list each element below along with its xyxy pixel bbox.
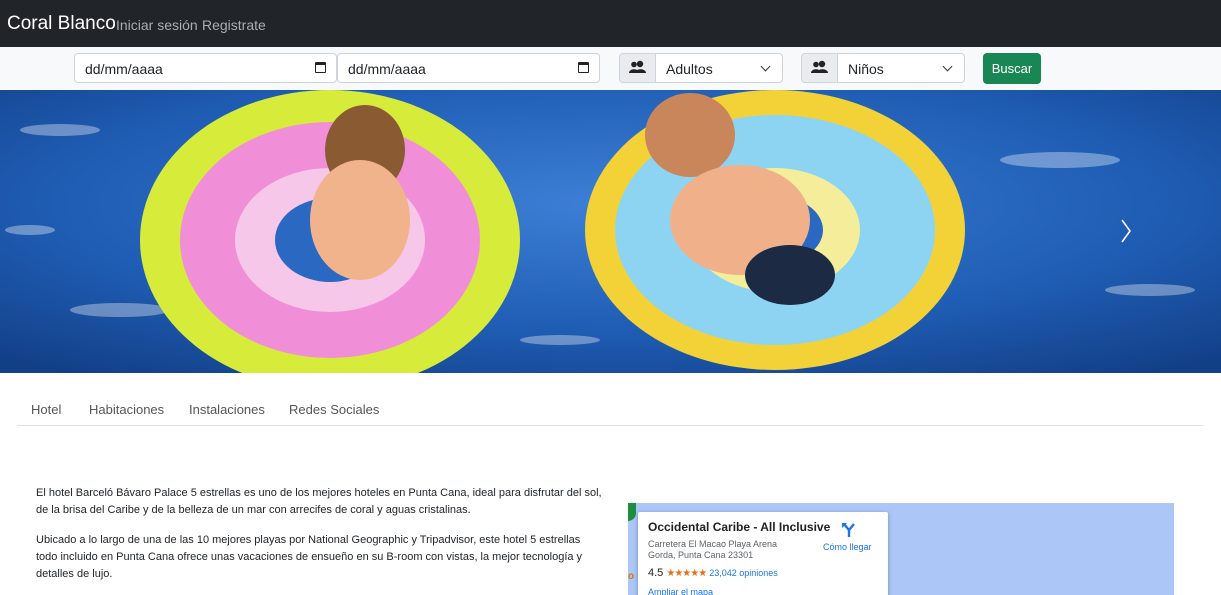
map-edge-letter: o bbox=[628, 571, 635, 582]
hero-carousel bbox=[0, 90, 1221, 373]
search-button[interactable]: Buscar bbox=[983, 53, 1041, 84]
calendar-icon[interactable] bbox=[315, 62, 326, 73]
brand-logo[interactable]: Coral Blanco bbox=[7, 13, 116, 35]
chevron-down-icon bbox=[760, 61, 771, 72]
hotel-description-paragraph: El hotel Barceló Bávaro Palace 5 estrell… bbox=[36, 487, 602, 516]
search-bar: dd/mm/aaaa dd/mm/aaaa Adultos Niños Busc… bbox=[0, 47, 1221, 90]
info-tabs: Hotel Habitaciones Instalaciones Redes S… bbox=[17, 390, 1203, 426]
chevron-down-icon bbox=[942, 61, 953, 72]
children-select-value: Niños bbox=[848, 61, 884, 77]
tab-redes-sociales[interactable]: Redes Sociales bbox=[289, 402, 379, 417]
top-navbar: Coral Blanco Iniciar sesión Registrate bbox=[0, 0, 1221, 47]
directions-link[interactable]: Cómo llegar bbox=[823, 542, 872, 552]
directions-icon[interactable] bbox=[841, 522, 857, 538]
rating-stars-icon: ★★★★★ bbox=[666, 568, 707, 579]
children-people-icon bbox=[801, 53, 838, 83]
register-link[interactable]: Registrate bbox=[202, 17, 266, 33]
map-place-card: Occidental Caribe - All Inclusive Carret… bbox=[638, 512, 888, 595]
rating-value: 4.5 bbox=[648, 567, 664, 579]
reviews-link[interactable]: 23,042 opiniones bbox=[709, 568, 778, 578]
adults-select-value: Adultos bbox=[666, 61, 713, 77]
tab-instalaciones[interactable]: Instalaciones bbox=[189, 402, 265, 417]
calendar-icon[interactable] bbox=[578, 62, 589, 73]
adults-select[interactable]: Adultos bbox=[656, 53, 783, 83]
adults-people-icon bbox=[619, 53, 656, 83]
tab-habitaciones[interactable]: Habitaciones bbox=[89, 402, 164, 417]
checkout-date-input[interactable]: dd/mm/aaaa bbox=[337, 53, 600, 83]
checkout-placeholder: dd/mm/aaaa bbox=[348, 61, 426, 77]
checkin-placeholder: dd/mm/aaaa bbox=[85, 61, 163, 77]
place-address: Carretera El Macao Playa Arena Gorda, Pu… bbox=[648, 539, 778, 560]
checkin-date-input[interactable]: dd/mm/aaaa bbox=[74, 53, 337, 83]
enlarge-map-link[interactable]: Ampliar el mapa bbox=[648, 587, 713, 595]
children-select[interactable]: Niños bbox=[838, 53, 965, 83]
place-rating: 4.5 ★★★★★ 23,042 opiniones bbox=[648, 567, 778, 579]
tab-hotel[interactable]: Hotel bbox=[31, 402, 61, 417]
place-name: Occidental Caribe - All Inclusive bbox=[648, 520, 831, 534]
chevron-right-icon[interactable] bbox=[1120, 218, 1132, 244]
hotel-location-paragraph: Ubicado a lo largo de una de las 10 mejo… bbox=[36, 534, 583, 580]
login-link[interactable]: Iniciar sesión bbox=[116, 17, 198, 33]
hero-image bbox=[0, 90, 1221, 373]
embedded-map[interactable]: o Occidental Caribe - All Inclusive Carr… bbox=[628, 503, 1174, 595]
map-pin-icon bbox=[628, 503, 636, 521]
